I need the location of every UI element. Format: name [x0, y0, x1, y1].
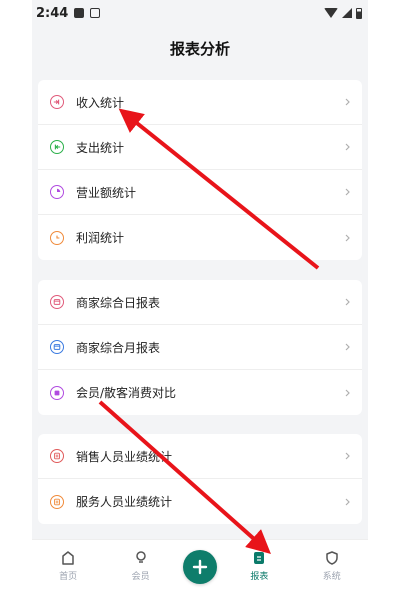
menu-item-service-staff[interactable]: 服务人员业绩统计 [38, 479, 362, 524]
signal-icon [342, 8, 352, 18]
status-time: 2:44 [36, 5, 69, 21]
menu-item-label: 利润统计 [76, 231, 125, 245]
app-notification-icon [90, 8, 101, 18]
menu-item-label: 商家综合日报表 [76, 295, 161, 310]
bottom-navigation: 首页 会员 报表 系统 [32, 539, 368, 600]
status-bar: 2:44 [32, 0, 368, 26]
clock-icon [50, 230, 64, 245]
menu-item-label: 商家综合月报表 [76, 340, 161, 355]
chevron-right-icon [344, 498, 352, 506]
pie-icon [50, 185, 64, 199]
nav-system[interactable]: 系统 [302, 540, 362, 582]
menu-item-expense-stats[interactable]: 支出统计 [38, 125, 362, 170]
shield-icon [326, 551, 338, 565]
header: 报表分析 [32, 30, 368, 66]
report-group-income: 收入统计 支出统计 营业额统计 利润统计 [38, 80, 362, 260]
menu-item-monthly-report[interactable]: 商家综合月报表 [38, 325, 362, 370]
menu-item-label: 服务人员业绩统计 [76, 495, 173, 509]
chevron-right-icon [344, 143, 352, 151]
menu-item-member-comparison[interactable]: 会员/散客消费对比 [38, 370, 362, 415]
calendar-icon [50, 340, 64, 354]
nav-report[interactable]: 报表 [229, 540, 289, 582]
logout-icon [50, 140, 64, 154]
chevron-right-icon [344, 298, 352, 306]
nav-label: 报表 [250, 572, 269, 582]
menu-item-daily-report[interactable]: 商家综合日报表 [38, 280, 362, 325]
chevron-right-icon [344, 188, 352, 196]
menu-item-revenue-stats[interactable]: 营业额统计 [38, 170, 362, 215]
calendar-icon [50, 295, 64, 309]
report-group-merchant: 商家综合日报表 商家综合月报表 会员/散客消费对比 [38, 280, 362, 415]
edit-icon [50, 494, 64, 509]
add-button[interactable] [182, 550, 217, 584]
menu-item-income-stats[interactable]: 收入统计 [38, 80, 362, 125]
member-icon [135, 551, 146, 563]
card-icon [50, 385, 64, 400]
chevron-right-icon [344, 98, 352, 106]
nav-member[interactable]: 会员 [111, 540, 171, 582]
edit-icon [50, 449, 64, 463]
report-icon [254, 552, 265, 564]
menu-item-label: 支出统计 [76, 140, 125, 155]
nav-label: 会员 [131, 572, 150, 582]
plus-icon [192, 559, 208, 575]
wifi-icon [324, 8, 338, 18]
phone-screen: 2:44 报表分析 收入统计 支出统计 营业额统计 利润统计 商家综合日报表 商… [32, 0, 368, 600]
page-title: 报表分析 [169, 39, 230, 58]
chevron-right-icon [344, 234, 352, 242]
home-icon [62, 551, 74, 565]
nav-label: 系统 [322, 572, 341, 582]
image-notification-icon [74, 8, 85, 18]
chevron-right-icon [344, 452, 352, 460]
chevron-right-icon [344, 389, 352, 397]
menu-item-label: 营业额统计 [76, 185, 137, 200]
report-group-staff: 销售人员业绩统计 服务人员业绩统计 [38, 434, 362, 524]
menu-item-profit-stats[interactable]: 利润统计 [38, 215, 362, 260]
login-icon [50, 95, 64, 109]
menu-item-label: 会员/散客消费对比 [76, 386, 177, 400]
nav-label: 首页 [59, 572, 78, 582]
nav-home[interactable]: 首页 [38, 540, 98, 582]
menu-item-label: 收入统计 [76, 95, 125, 110]
battery-icon [356, 7, 362, 19]
chevron-right-icon [344, 343, 352, 351]
menu-item-sales-staff[interactable]: 销售人员业绩统计 [38, 434, 362, 479]
menu-item-label: 销售人员业绩统计 [76, 449, 173, 464]
